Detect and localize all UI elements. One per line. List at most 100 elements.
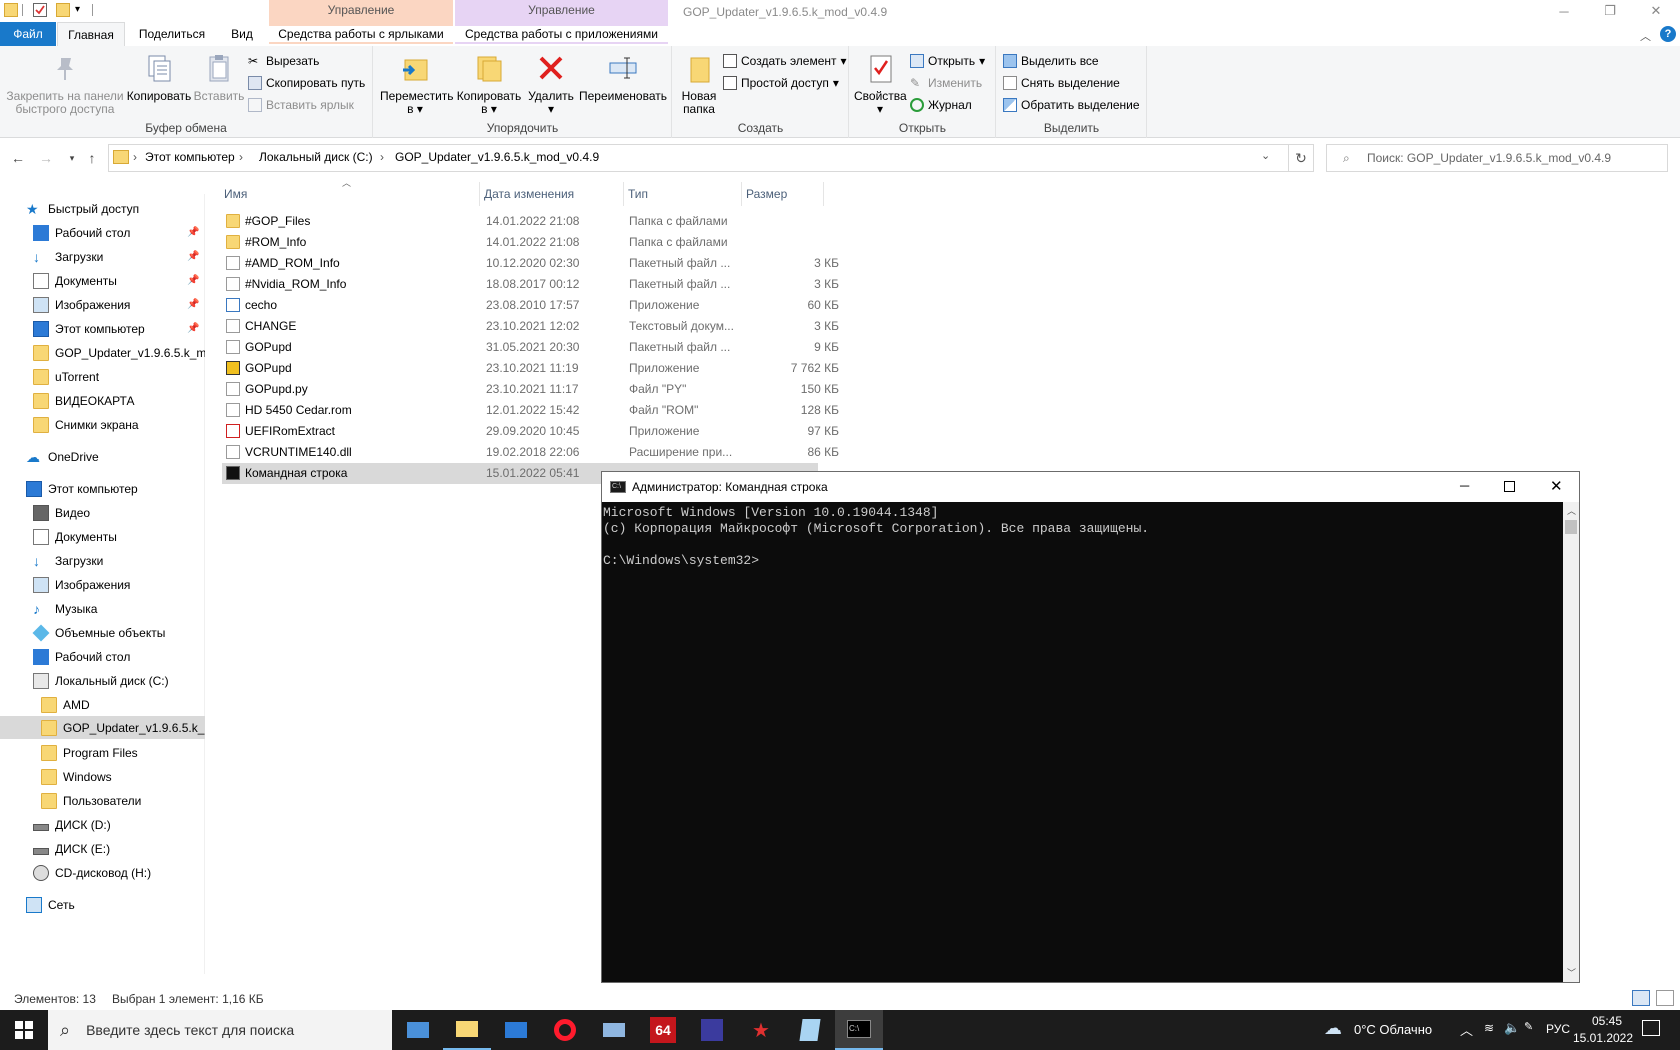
- file-row[interactable]: #GOP_Files 14.01.2022 21:08 Папка с файлам…: [222, 211, 818, 232]
- scroll-down-arrow-icon[interactable]: ﹀: [1567, 966, 1576, 979]
- cmd-maximize-button[interactable]: [1504, 481, 1515, 492]
- file-row[interactable]: #ROM_Info 14.01.2022 21:08 Папка с файлами: [222, 232, 818, 253]
- nav-3d-objects[interactable]: Объемные объекты: [0, 621, 205, 644]
- properties-qat-icon[interactable]: [33, 3, 47, 17]
- paste-shortcut-button[interactable]: Вставить ярлык: [248, 98, 354, 112]
- nav-downloads[interactable]: ↓ Загрузки 📌: [0, 245, 205, 268]
- scrollbar-thumb[interactable]: [1565, 520, 1577, 534]
- taskbar-app-opera[interactable]: [541, 1010, 589, 1050]
- up-arrow-icon[interactable]: ↑: [84, 150, 100, 166]
- command-prompt-window[interactable]: C:\ Администратор: Командная строка ─ ✕ …: [601, 471, 1580, 983]
- file-row[interactable]: UEFIRomExtract 29.09.2020 10:45 Приложение…: [222, 421, 839, 442]
- details-view-icon[interactable]: [1632, 990, 1650, 1006]
- copy-to-button[interactable]: Копировать в ▾: [454, 52, 524, 116]
- cut-button[interactable]: ✂ Вырезать: [248, 54, 319, 68]
- nav-documents[interactable]: Документы 📌: [0, 269, 205, 292]
- nav-network[interactable]: Сеть: [0, 893, 205, 916]
- nav-videos[interactable]: Видео: [0, 501, 205, 524]
- move-to-button[interactable]: Переместить в ▾: [380, 52, 454, 116]
- edit-button[interactable]: ✎ Изменить: [910, 76, 982, 90]
- minimize-button[interactable]: ─: [1541, 0, 1587, 22]
- clock-date[interactable]: 15.01.2022: [1568, 1031, 1638, 1045]
- pen-icon[interactable]: ✎: [1524, 1020, 1533, 1033]
- nav-local-disk-c[interactable]: Локальный диск (C:): [0, 669, 205, 692]
- nav-cd-drive[interactable]: CD-дисковод (H:): [0, 861, 205, 884]
- recent-locations-chevron-icon[interactable]: ▾: [64, 150, 80, 166]
- nav-windows[interactable]: Windows: [0, 765, 205, 788]
- language-indicator[interactable]: РУС: [1546, 1022, 1570, 1036]
- nav-disk-e[interactable]: ДИСК (E:): [0, 837, 205, 860]
- nav-quick-access[interactable]: ★ Быстрый доступ: [0, 197, 205, 220]
- context-tab-label[interactable]: Средства работы с ярлыками: [269, 26, 453, 42]
- rename-button[interactable]: Переименовать: [578, 52, 668, 103]
- nav-amd[interactable]: AMD: [0, 693, 205, 716]
- new-folder-button[interactable]: Новая папка: [675, 52, 723, 116]
- nav-videocard[interactable]: ВИДЕОКАРТА: [0, 389, 205, 412]
- file-row[interactable]: CHANGE 23.10.2021 12:02 Текстовый докум...…: [222, 316, 839, 337]
- volume-icon[interactable]: 🔈: [1504, 1020, 1520, 1036]
- nav-desktop-pc[interactable]: Рабочий стол: [0, 645, 205, 668]
- copy-button[interactable]: Копировать: [126, 52, 192, 103]
- file-row[interactable]: #AMD_ROM_Info 10.12.2020 02:30 Пакетный фа…: [222, 253, 839, 274]
- taskbar-app-cmd[interactable]: C:\: [835, 1010, 883, 1050]
- taskbar-app-red-star[interactable]: ★: [737, 1010, 785, 1050]
- breadcrumb-current-folder[interactable]: GOP_Updater_v1.9.6.5.k_mod_v0.4.9: [395, 150, 599, 164]
- context-tab-label[interactable]: Средства работы с приложениями: [455, 26, 668, 42]
- chevron-down-icon[interactable]: ▾: [75, 4, 80, 15]
- select-none-button[interactable]: Снять выделение: [1003, 76, 1120, 90]
- pin-quick-access-button[interactable]: Закрепить на панели быстрого доступа: [5, 52, 125, 116]
- taskbar-app-laptop[interactable]: [590, 1010, 638, 1050]
- column-header-type[interactable]: Тип: [626, 182, 742, 206]
- new-folder-qat-icon[interactable]: [56, 3, 70, 17]
- nav-gop-updater-quick[interactable]: GOP_Updater_v1.9.6.5.k_mod: [0, 341, 205, 364]
- tab-file[interactable]: Файл: [0, 22, 56, 46]
- taskbar-app-notepad[interactable]: [786, 1010, 834, 1050]
- easy-access-button[interactable]: Простой доступ ▾: [723, 76, 839, 90]
- nav-downloads-pc[interactable]: ↓ Загрузки: [0, 549, 205, 572]
- cmd-close-button[interactable]: ✕: [1550, 477, 1563, 495]
- nav-program-files[interactable]: Program Files: [0, 741, 205, 764]
- column-header-size[interactable]: Размер: [744, 182, 824, 206]
- paste-button[interactable]: Вставить: [193, 52, 245, 103]
- nav-this-pc-quick[interactable]: Этот компьютер 📌: [0, 317, 205, 340]
- file-row[interactable]: GOPupd 23.10.2021 11:19 Приложение 7 762 КБ: [222, 358, 839, 379]
- delete-button[interactable]: Удалить ▾: [528, 52, 574, 116]
- help-icon[interactable]: ?: [1660, 26, 1676, 42]
- file-row[interactable]: GOPupd.py 23.10.2021 11:17 Файл "PY" 150 КБ: [222, 379, 839, 400]
- context-tab-shortcut[interactable]: Управление Средства работы с ярлыками: [269, 0, 453, 44]
- taskbar-app-network-pc[interactable]: [394, 1010, 442, 1050]
- collapse-ribbon-icon[interactable]: ︿: [1640, 28, 1651, 44]
- file-row[interactable]: VCRUNTIME140.dll 19.02.2018 22:06 Расширен…: [222, 442, 839, 463]
- tab-share[interactable]: Поделиться: [134, 22, 210, 46]
- cmd-console-output[interactable]: Microsoft Windows [Version 10.0.19044.13…: [602, 502, 1563, 982]
- forward-arrow-icon[interactable]: →: [38, 150, 54, 166]
- nav-onedrive[interactable]: ☁ OneDrive: [0, 445, 205, 468]
- clock-time[interactable]: 05:45: [1580, 1014, 1634, 1028]
- close-button[interactable]: ✕: [1633, 0, 1679, 22]
- open-button[interactable]: Открыть ▾: [910, 54, 985, 68]
- cmd-minimize-button[interactable]: ─: [1460, 478, 1469, 493]
- invert-selection-button[interactable]: Обратить выделение: [1003, 98, 1140, 112]
- file-row[interactable]: cecho 23.08.2010 17:57 Приложение 60 КБ: [222, 295, 839, 316]
- copy-path-button[interactable]: Скопировать путь: [248, 76, 365, 90]
- file-row[interactable]: GOPupd 31.05.2021 20:30 Пакетный файл ... 9…: [222, 337, 839, 358]
- address-bar[interactable]: › Этот компьютер › Локальный диск (C:) ›…: [108, 144, 1314, 172]
- nav-music[interactable]: ♪ Музыка: [0, 597, 205, 620]
- nav-screenshots[interactable]: Снимки экрана: [0, 413, 205, 436]
- breadcrumb-local-disk[interactable]: Локальный диск (C:): [259, 150, 373, 164]
- nav-gop-updater-selected[interactable]: GOP_Updater_v1.9.6.5.k_mo: [0, 716, 205, 739]
- properties-button[interactable]: Свойства ▾: [854, 52, 907, 116]
- nav-pictures[interactable]: Изображения 📌: [0, 293, 205, 316]
- large-icons-view-icon[interactable]: [1656, 990, 1674, 1006]
- back-arrow-icon[interactable]: ←: [10, 150, 26, 166]
- search-input[interactable]: ⌕ Поиск: GOP_Updater_v1.9.6.5.k_mod_v0.4…: [1326, 144, 1668, 172]
- context-tab-application[interactable]: Управление Средства работы с приложениям…: [455, 0, 668, 44]
- nav-documents-pc[interactable]: Документы: [0, 525, 205, 548]
- taskbar-app-aida64[interactable]: 64: [639, 1010, 687, 1050]
- show-hidden-icons-chevron-icon[interactable]: ︿: [1460, 1020, 1473, 1039]
- start-button[interactable]: [0, 1010, 48, 1050]
- restore-button[interactable]: ❐: [1587, 0, 1633, 22]
- file-row[interactable]: #Nvidia_ROM_Info 18.08.2017 00:12 Пакетный…: [222, 274, 839, 295]
- taskbar-search-box[interactable]: ⌕ Введите здесь текст для поиска: [48, 1010, 392, 1050]
- notifications-icon[interactable]: [1642, 1020, 1660, 1036]
